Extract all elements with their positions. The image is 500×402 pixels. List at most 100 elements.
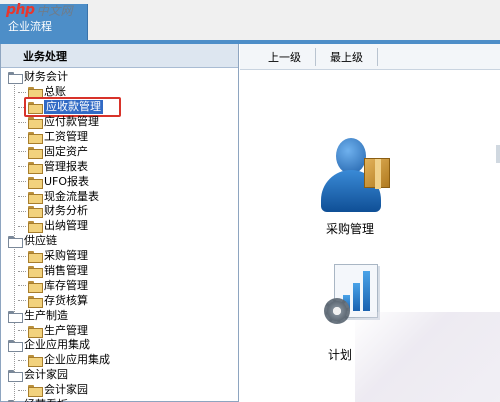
business-tree-panel: 业务处理 财务会计 总账 应收款管理 应付款管理 工资管理 固定资产 管理报表 UFO报表 现金… bbox=[0, 44, 239, 402]
tree-connector bbox=[18, 359, 26, 361]
folder-icon bbox=[28, 146, 43, 159]
tree-item[interactable]: 生产管理 bbox=[1, 323, 238, 338]
top-bar: 企业流程 php 中文网 bbox=[0, 0, 500, 40]
chart-bar bbox=[363, 271, 370, 311]
tree-item-label: 会计家园 bbox=[24, 368, 68, 382]
tree-connector bbox=[18, 211, 26, 213]
tree-connector bbox=[18, 300, 26, 302]
up-one-level-button[interactable]: 上一级 bbox=[254, 44, 315, 70]
tree-item-label: 应付款管理 bbox=[44, 115, 99, 129]
tree-connector bbox=[18, 121, 26, 123]
tree-panel-header: 业务处理 bbox=[1, 44, 238, 68]
person-head bbox=[336, 138, 366, 174]
tree-item[interactable]: 采购管理 bbox=[1, 249, 238, 264]
tree-group[interactable]: 财务会计 bbox=[1, 70, 238, 85]
folder-icon bbox=[28, 266, 43, 279]
tree-connector bbox=[18, 196, 26, 198]
top-level-button[interactable]: 最上级 bbox=[316, 44, 377, 70]
folder-open-icon bbox=[8, 310, 23, 323]
package-tape bbox=[375, 159, 381, 189]
tree-group[interactable]: 会计家园 bbox=[1, 368, 238, 383]
folder-icon bbox=[28, 295, 43, 308]
tree-item[interactable]: 企业应用集成 bbox=[1, 353, 238, 368]
tree-item-label: 财务会计 bbox=[24, 70, 68, 84]
tree-connector bbox=[18, 225, 26, 227]
package-box bbox=[364, 158, 390, 189]
tree-item[interactable]: 出纳管理 bbox=[1, 219, 238, 234]
module-purchase-label: 采购管理 bbox=[326, 222, 375, 236]
watermark: php 中文网 bbox=[6, 2, 73, 18]
tree-connector bbox=[18, 330, 26, 332]
tree-item-label: 管理报表 bbox=[44, 159, 88, 173]
tree-item-label: 经营看板 bbox=[24, 398, 68, 402]
tree-item-label: 固定资产 bbox=[44, 144, 88, 158]
business-tree: 财务会计 总账 应收款管理 应付款管理 工资管理 固定资产 管理报表 UFO报表 现金流量表 财务… bbox=[1, 68, 238, 402]
tree-item[interactable]: 工资管理 bbox=[1, 130, 238, 145]
folder-icon bbox=[28, 251, 43, 264]
tree-connector bbox=[18, 270, 26, 272]
tree-connector bbox=[18, 151, 26, 153]
folder-icon bbox=[28, 87, 43, 100]
folder-icon bbox=[28, 221, 43, 234]
module-plan-label: 计划 bbox=[328, 348, 353, 362]
module-purchase[interactable]: 采购管理 bbox=[320, 136, 410, 246]
tree-group[interactable]: 供应链 bbox=[1, 234, 238, 249]
purchase-person-box-icon bbox=[320, 136, 400, 214]
folder-open-icon bbox=[8, 236, 23, 249]
folder-icon bbox=[28, 385, 43, 398]
folder-open-icon bbox=[8, 72, 23, 85]
tree-item[interactable]: 存货核算 bbox=[1, 293, 238, 308]
tree-item[interactable]: 固定资产 bbox=[1, 144, 238, 159]
tree-connector bbox=[18, 181, 26, 183]
tree-item-label: UFO报表 bbox=[44, 174, 90, 188]
tree-item-label: 库存管理 bbox=[44, 278, 88, 292]
folder-icon bbox=[28, 280, 43, 293]
folder-icon bbox=[28, 355, 43, 368]
tree-connector bbox=[18, 91, 26, 93]
tree-group[interactable]: 生产制造 bbox=[1, 308, 238, 323]
chart-bar bbox=[353, 283, 360, 311]
tree-item[interactable]: 会计家园 bbox=[1, 383, 238, 398]
folder-open-icon bbox=[8, 340, 23, 353]
tree-item-label: 生产管理 bbox=[44, 323, 88, 337]
tab-enterprise-process-label: 企业流程 bbox=[8, 20, 52, 33]
tree-item-label: 会计家园 bbox=[44, 383, 88, 397]
navigation-toolbar: 上一级 最上级 bbox=[240, 44, 500, 70]
tree-item-label: 销售管理 bbox=[44, 264, 88, 278]
tree-connector bbox=[18, 389, 26, 391]
tree-item[interactable]: 销售管理 bbox=[1, 264, 238, 279]
watermark-text: 中文网 bbox=[36, 3, 73, 18]
tree-connector bbox=[18, 136, 26, 138]
watermark-logo: php bbox=[6, 2, 35, 18]
tree-connector bbox=[18, 285, 26, 287]
folder-open-icon bbox=[8, 370, 23, 383]
gear-icon bbox=[324, 298, 350, 324]
tree-item[interactable]: 库存管理 bbox=[1, 278, 238, 293]
tree-item-label: 出纳管理 bbox=[44, 219, 88, 233]
tree-group[interactable]: 企业应用集成 bbox=[1, 338, 238, 353]
folder-icon bbox=[28, 191, 43, 204]
tree-item-label: 企业应用集成 bbox=[44, 353, 110, 367]
tree-item[interactable]: UFO报表 bbox=[1, 174, 238, 189]
tree-item-label: 企业应用集成 bbox=[24, 338, 90, 352]
tree-item-label: 存货核算 bbox=[44, 293, 88, 307]
folder-icon bbox=[28, 325, 43, 338]
tree-item-label: 财务分析 bbox=[44, 204, 88, 218]
tree-item-label: 工资管理 bbox=[44, 130, 88, 143]
tree-item[interactable]: 财务分析 bbox=[1, 204, 238, 219]
tree-item[interactable]: 现金流量表 bbox=[1, 189, 238, 204]
tree-item[interactable]: 应付款管理 bbox=[1, 115, 238, 130]
tree-item[interactable]: 管理报表 bbox=[1, 159, 238, 174]
tree-connector bbox=[18, 255, 26, 257]
tree-item-label: 生产制造 bbox=[24, 308, 68, 322]
partial-module-edge bbox=[496, 145, 500, 163]
corner-overlay bbox=[355, 312, 500, 402]
tree-group[interactable]: 经营看板 bbox=[1, 398, 238, 402]
tree-connector bbox=[18, 166, 26, 168]
tree-item-label: 供应链 bbox=[24, 234, 57, 248]
folder-icon bbox=[28, 176, 43, 189]
tree-item-label: 采购管理 bbox=[44, 249, 88, 263]
toolbar-separator bbox=[377, 47, 378, 66]
folder-icon bbox=[28, 117, 43, 130]
tree-item-label: 现金流量表 bbox=[44, 189, 99, 203]
